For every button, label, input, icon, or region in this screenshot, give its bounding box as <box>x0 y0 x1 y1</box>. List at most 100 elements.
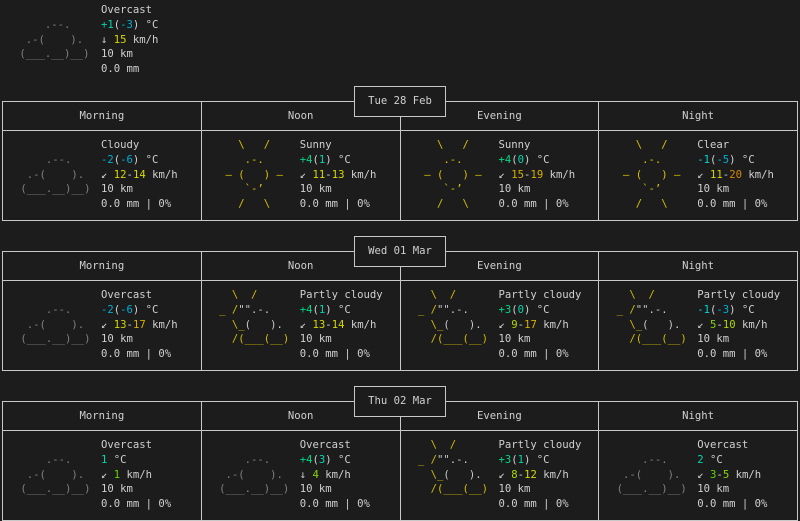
wind-speed: 15 <box>511 168 525 181</box>
period-cell: \ / _ /"".-. \_( ). /(___(__) Partly clo… <box>200 281 400 370</box>
precipitation: 0.0 mm | 0% <box>300 497 370 512</box>
condition-label: Overcast <box>697 438 767 453</box>
visibility-value: 10 km <box>101 333 133 346</box>
icon-line: ― ( ) ― <box>610 168 694 181</box>
period-details: Sunny +4(1) °C ↙ 11-13 km/h 10 km 0.0 mm | 0… <box>300 138 377 212</box>
visibility-value: 10 km <box>101 48 133 61</box>
icon-line: \ / <box>212 289 296 301</box>
icon-line: \ / <box>212 139 296 151</box>
temperature: +4(1) °C <box>300 303 383 318</box>
condition: Cloudy <box>101 139 140 151</box>
cloud-icon: .--. .-( ). (___.__)__) <box>14 438 97 512</box>
wind: ↙ 15-19 km/h <box>499 168 576 183</box>
period-details: Partly cloudy -1(-3) °C ↙ 5-10 km/h 10 km 0.… <box>697 288 780 362</box>
condition: Overcast <box>101 289 153 301</box>
partly-cloudy-icon: \ / _ /"".-. \_( ). /(___(__) <box>610 288 693 362</box>
period-details: Clear -1(-5) °C ↙ 11-20 km/h 10 km 0.0 mm | … <box>697 138 774 212</box>
precipitation: 0.0 mm | 0% <box>101 497 171 512</box>
period-row: .--. .-( ). (___.__)__) Overcast -2(-6) °… <box>3 281 797 370</box>
icon-line: `-’ <box>610 183 694 196</box>
condition: Partly cloudy <box>299 289 383 301</box>
temperature-value: °C <box>703 453 723 466</box>
icon-line: _ /"".-. <box>610 303 694 316</box>
precipitation: 0.0 mm | 0% <box>300 197 377 212</box>
period-cell: .--. .-( ). (___.__)__) Overcast 1 °C ↙ 1 … <box>3 431 201 520</box>
icon-line: /(___(__) <box>610 333 694 346</box>
wind-unit: km/h <box>543 168 576 181</box>
temperature-value: +3 <box>498 453 512 466</box>
wind-speed: 14 <box>132 168 146 181</box>
wind: ↓ 4 km/h <box>300 468 370 483</box>
temperature: -1(-3) °C <box>697 303 780 318</box>
icon-line: \_( ). <box>411 468 495 481</box>
forecast-table: Morning Noon Evening Night .--. .-( ). (___… <box>2 401 798 521</box>
cloud-icon: .--. .-( ). (___.__)__) <box>14 138 97 212</box>
precipitation: 0.0 mm | 0% <box>499 347 582 362</box>
current-weather-details: Overcast +1(-3) °C ↓ 15 km/h 10 km 0.0 mm <box>101 3 158 77</box>
icon-line: (___.__)__) <box>13 48 96 61</box>
icon-line <box>13 3 96 18</box>
wind: ↙ 13-14 km/h <box>300 318 383 333</box>
condition: Overcast <box>101 4 153 16</box>
icon-line: .-( ). <box>610 468 694 481</box>
visibility-value: 10 km <box>299 483 332 496</box>
icon-line: /(___(__) <box>411 333 495 346</box>
temperature-value: -6 <box>120 303 133 316</box>
wind-speed: 14 <box>331 318 345 331</box>
temperature: +1(-3) °C <box>101 18 158 33</box>
icon-line: /(___(__) <box>411 483 495 496</box>
visibility-value: 10 km <box>498 483 531 496</box>
period-details: Overcast +4(3) °C ↓ 4 km/h 10 km 0.0 mm | 0% <box>300 438 370 512</box>
temperature-value: ) °C <box>524 303 550 316</box>
icon-line <box>213 438 296 453</box>
wind-unit: km/h <box>120 468 153 481</box>
icon-line: (___.__)__) <box>14 483 97 496</box>
temperature-value: +4 <box>299 153 313 166</box>
wind: ↙ 1 km/h <box>101 468 171 483</box>
temperature-value: -5 <box>716 153 730 166</box>
temperature-value: -2 <box>101 303 114 316</box>
precipitation-value: 0.0 mm <box>101 63 140 76</box>
precipitation-value: 0.0 mm | 0% <box>697 348 768 361</box>
visibility-value: 10 km <box>101 183 133 196</box>
period-details: Overcast 2 °C ↙ 3-5 km/h 10 km 0.0 mm | 0% <box>697 438 767 512</box>
condition-label: Partly cloudy <box>300 288 383 303</box>
wind-speed: 17 <box>524 318 537 331</box>
icon-line: (___.__)__) <box>14 183 97 196</box>
wind: ↙ 3-5 km/h <box>697 468 767 483</box>
condition: Partly cloudy <box>498 439 582 451</box>
condition-label: Overcast <box>101 3 158 18</box>
icon-line <box>14 197 97 212</box>
cloud-icon: .--. .-( ). (___.__)__) <box>213 438 296 512</box>
condition: Partly cloudy <box>498 289 582 301</box>
temperature-value: ) °C <box>729 303 755 316</box>
wind-unit: km/h <box>741 168 774 181</box>
condition-label: Overcast <box>101 288 178 303</box>
icon-line: (___.__)__) <box>610 483 694 496</box>
wind-speed: 11 <box>312 168 326 181</box>
precipitation-value: 0.0 mm | 0% <box>697 198 768 211</box>
period-header: Morning <box>79 260 125 272</box>
period-cell: \ / .-. ― ( ) ― `-’ / \ Clear -1(-5) °C ↙ … <box>598 131 797 220</box>
precipitation-value: 0.0 mm | 0% <box>101 198 172 211</box>
date-label: Wed 01 Mar <box>354 236 446 267</box>
cloud-icon: .--. .-( ). (___.__)__) <box>13 3 96 77</box>
condition-label: Sunny <box>300 138 377 153</box>
visibility-value: 10 km <box>498 333 531 346</box>
sun-icon: \ / .-. ― ( ) ― `-’ / \ <box>412 138 495 212</box>
icon-line <box>412 347 495 362</box>
partly-cloudy-icon: \ / _ /"".-. \_( ). /(___(__) <box>213 288 296 362</box>
condition-label: Partly cloudy <box>499 438 582 453</box>
precipitation-value: 0.0 mm | 0% <box>697 498 768 511</box>
temperature: 2 °C <box>697 453 767 468</box>
visibility-value: 10 km <box>697 183 730 196</box>
period-header: Morning <box>79 410 125 422</box>
day-forecast: Wed 01 Mar Morning Noon Evening Night .--. .… <box>0 236 800 371</box>
period-details: Sunny +4(0) °C ↙ 15-19 km/h 10 km 0.0 mm | 0… <box>499 138 576 212</box>
wind-speed: 17 <box>132 318 146 331</box>
condition: Partly cloudy <box>697 289 781 301</box>
icon-line: .-( ). <box>212 468 296 481</box>
precipitation: 0.0 mm | 0% <box>499 497 582 512</box>
temperature-value: -2 <box>101 153 114 166</box>
condition-label: Partly cloudy <box>499 288 582 303</box>
